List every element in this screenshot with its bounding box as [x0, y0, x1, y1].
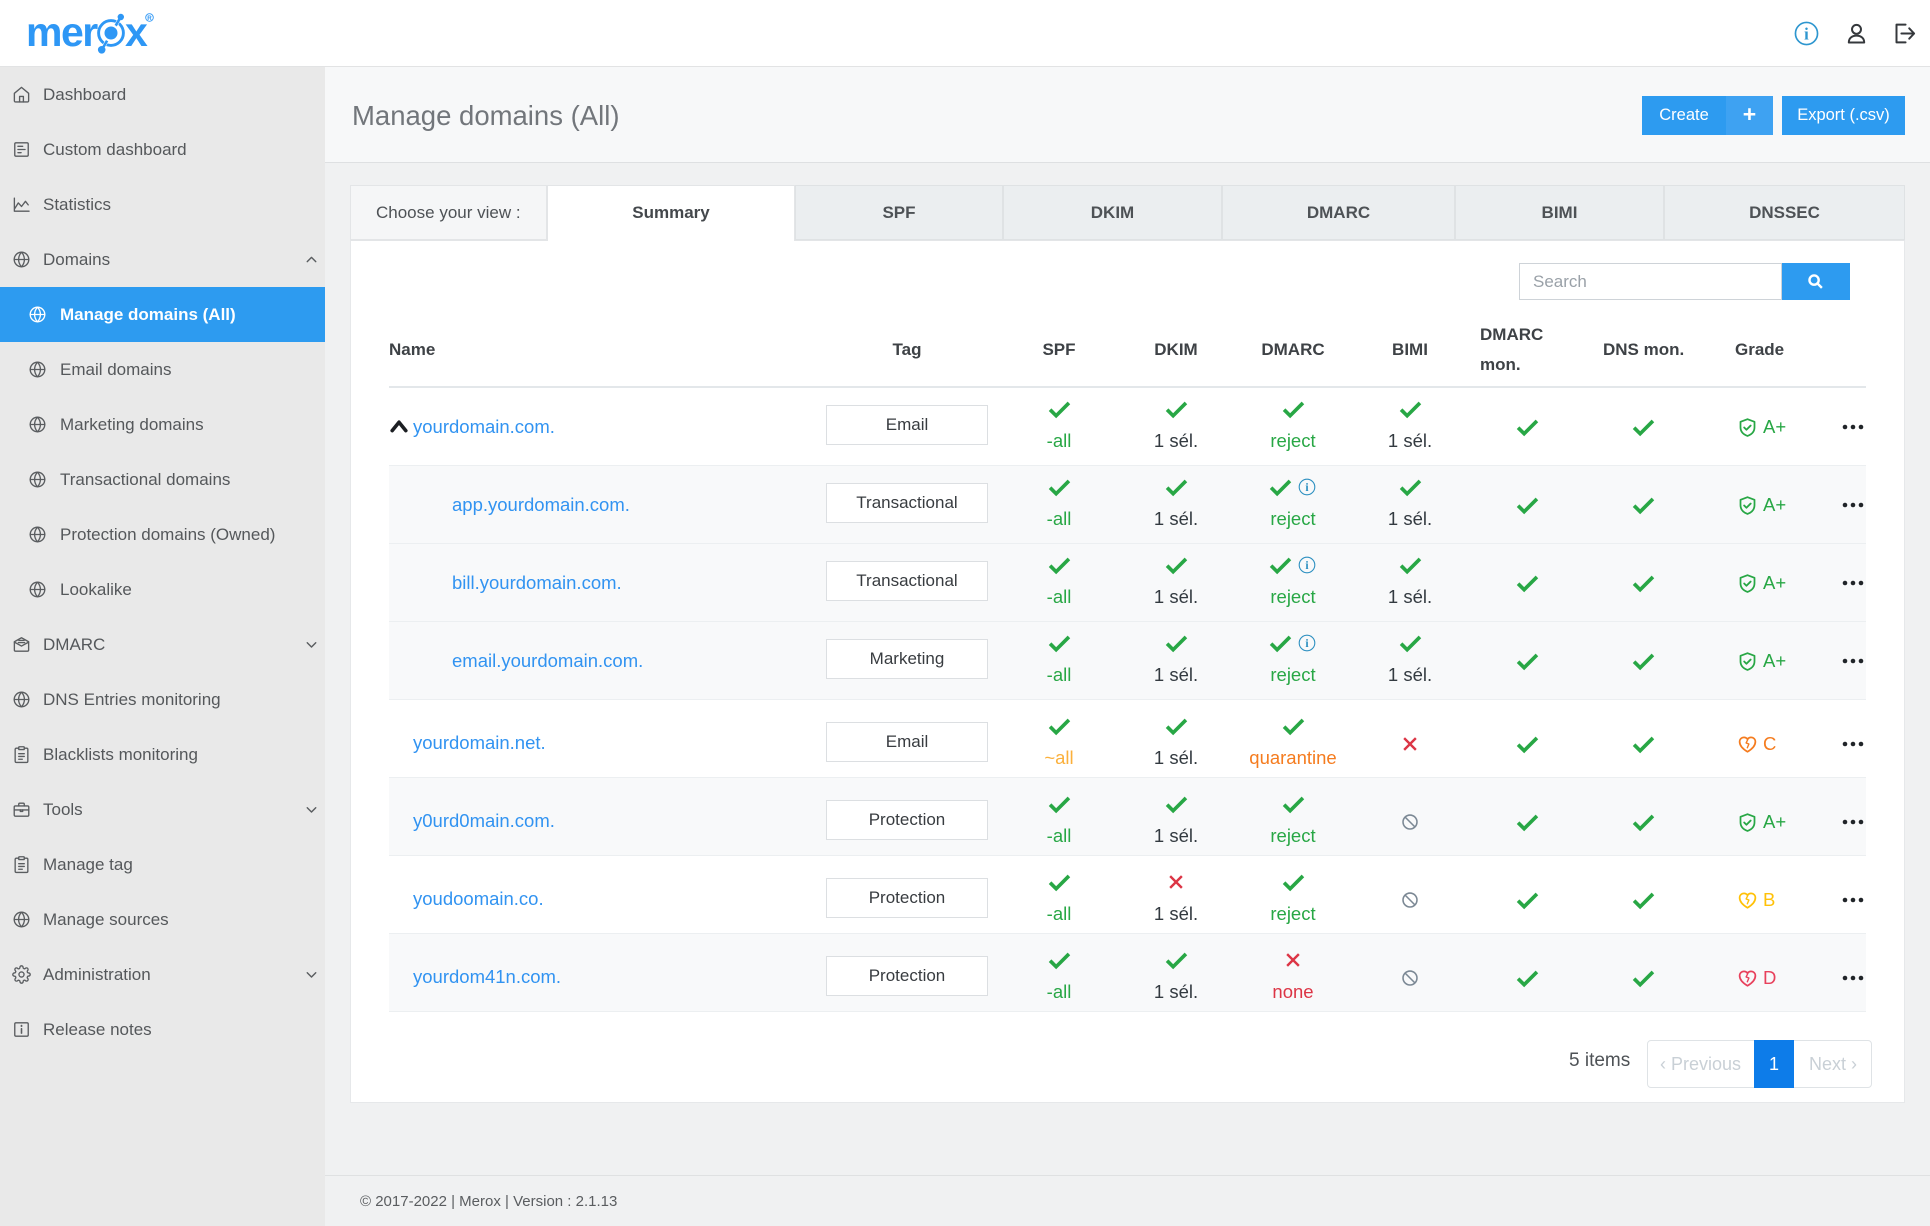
- svg-text:x: x: [125, 9, 148, 55]
- svg-text:mer: mer: [27, 9, 98, 55]
- svg-text:R: R: [147, 15, 152, 22]
- svg-text:i: i: [1804, 25, 1809, 44]
